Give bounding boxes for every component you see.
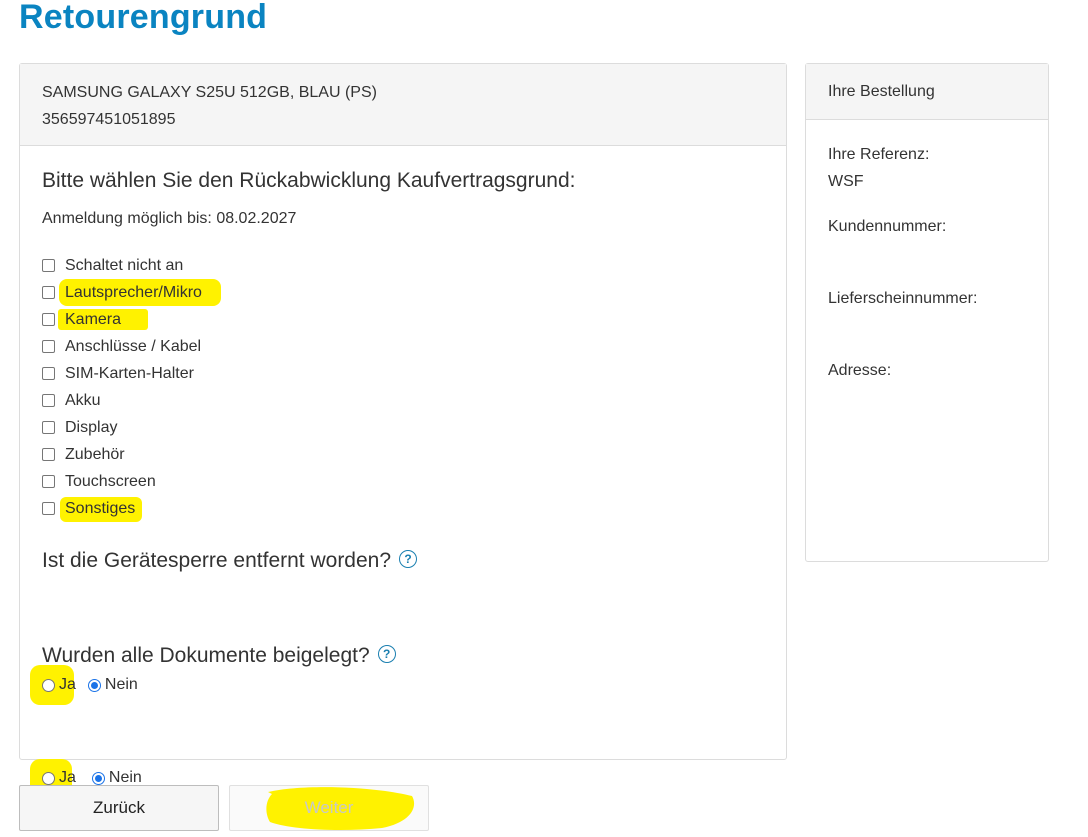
radio-no-label: Nein <box>104 676 138 693</box>
product-imei: 356597451051895 <box>42 111 176 128</box>
docs-question-text: Wurden alle Dokumente beigelegt? <box>42 644 370 667</box>
radio-yes-label: Ja <box>59 769 76 786</box>
next-button-label: Weiter <box>304 798 354 817</box>
product-name: SAMSUNG GALAXY S25U 512GB, BLAU (PS) <box>42 84 377 101</box>
checkbox[interactable] <box>42 502 55 515</box>
reference-value: WSF <box>828 173 864 190</box>
checkbox[interactable] <box>42 286 55 299</box>
product-header: SAMSUNG GALAXY S25U 512GB, BLAU (PS) 356… <box>20 64 786 146</box>
checkbox[interactable] <box>42 367 55 380</box>
radio-yes[interactable] <box>42 771 55 785</box>
reason-option-display[interactable]: Display <box>42 414 202 441</box>
reason-option-akku[interactable]: Akku <box>42 387 202 414</box>
radio-no[interactable] <box>91 771 105 785</box>
help-icon[interactable]: ? <box>399 550 418 569</box>
reason-list: Schaltet nicht an Lautsprecher/Mikro Kam… <box>42 252 221 522</box>
reference-label: Ihre Referenz: <box>828 146 930 163</box>
radio-yes[interactable] <box>42 678 55 692</box>
delivery-note-label: Lieferscheinnummer: <box>828 290 978 307</box>
reason-label: SIM-Karten-Halter <box>65 364 194 382</box>
reason-option-anschluesse-kabel[interactable]: Anschlüsse / Kabel <box>42 333 202 360</box>
reason-label: Sonstiges <box>65 499 136 517</box>
deadline-text: Anmeldung möglich bis: 08.02.2027 <box>42 210 297 227</box>
docs-option-no[interactable]: Nein <box>91 769 142 787</box>
help-icon[interactable]: ? <box>377 645 396 664</box>
lock-question-text: Ist die Gerätesperre entfernt worden? <box>42 549 392 572</box>
reason-label: Kamera <box>65 310 122 328</box>
reason-label: Display <box>65 418 118 436</box>
docs-option-yes[interactable]: Ja <box>42 769 76 787</box>
reason-question: Bitte wählen Sie den Rückabwicklung Kauf… <box>42 169 576 192</box>
reason-label: Zubehör <box>65 445 125 463</box>
reason-option-sonstiges[interactable]: Sonstiges <box>42 495 202 522</box>
lock-question: Ist die Gerätesperre entfernt worden?? <box>42 549 418 573</box>
checkbox[interactable] <box>42 313 55 326</box>
reason-option-zubehoer[interactable]: Zubehör <box>42 441 202 468</box>
order-panel-title: Ihre Bestellung <box>806 64 1048 120</box>
checkbox[interactable] <box>42 340 55 353</box>
reason-label: Schaltet nicht an <box>65 256 184 274</box>
page-title: Retourengrund <box>19 0 268 36</box>
reason-option-sim-karten-halter[interactable]: SIM-Karten-Halter <box>42 360 202 387</box>
checkbox[interactable] <box>42 394 55 407</box>
reason-label: Anschlüsse / Kabel <box>65 337 202 355</box>
reason-option-kamera[interactable]: Kamera <box>42 306 202 333</box>
checkbox[interactable] <box>42 259 55 272</box>
address-label: Adresse: <box>828 362 892 379</box>
next-button[interactable]: Weiter <box>229 785 429 831</box>
checkbox[interactable] <box>42 448 55 461</box>
back-button[interactable]: Zurück <box>19 785 219 831</box>
lock-option-yes[interactable]: Ja <box>42 676 76 694</box>
customer-number-label: Kundennummer: <box>828 218 947 235</box>
reason-label: Lautsprecher/Mikro <box>65 283 202 301</box>
radio-no-label: Nein <box>108 769 142 786</box>
reason-option-schaltet-nicht-an[interactable]: Schaltet nicht an <box>42 252 202 279</box>
order-panel: Ihre Bestellung Ihre Referenz: WSF Kunde… <box>805 63 1049 562</box>
return-reason-panel: SAMSUNG GALAXY S25U 512GB, BLAU (PS) 356… <box>19 63 787 795</box>
lock-option-no[interactable]: Nein <box>87 676 138 694</box>
reason-option-lautsprecher-mikro[interactable]: Lautsprecher/Mikro <box>42 279 221 306</box>
docs-question: Wurden alle Dokumente beigelegt?? <box>42 644 396 668</box>
radio-no[interactable] <box>87 678 101 692</box>
radio-yes-label: Ja <box>59 676 76 693</box>
checkbox[interactable] <box>42 421 55 434</box>
reason-option-touchscreen[interactable]: Touchscreen <box>42 468 202 495</box>
reason-label: Touchscreen <box>65 472 156 490</box>
checkbox[interactable] <box>42 475 55 488</box>
reason-label: Akku <box>65 391 101 409</box>
lock-radio-group: Ja Nein <box>30 665 150 705</box>
